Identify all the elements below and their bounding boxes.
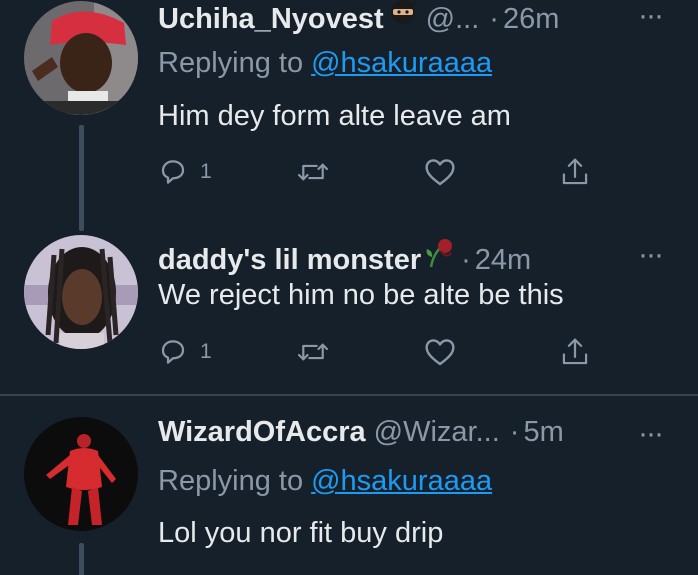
action-bar: 1 — [158, 155, 598, 189]
handle[interactable]: @Wizar... — [374, 416, 500, 449]
share-icon — [560, 336, 590, 368]
tweet[interactable]: Uchiha_Nyovest @... · 26m ··· Replying t… — [0, 0, 698, 235]
ninja-emoji — [388, 0, 418, 36]
reply-icon — [158, 337, 188, 367]
reply-count: 1 — [200, 340, 212, 363]
tweet-header: WizardOfAccra @Wizar... · 5m — [158, 416, 564, 449]
more-icon[interactable]: ··· — [638, 1, 664, 31]
retweet-icon — [296, 337, 330, 367]
wilted-rose-emoji — [423, 237, 457, 277]
display-name[interactable]: Uchiha_Nyovest — [158, 3, 384, 36]
handle[interactable]: @... — [426, 3, 480, 36]
avatar[interactable] — [24, 1, 138, 115]
replying-to: Replying to @hsakuraaaa — [158, 465, 492, 498]
heart-icon — [424, 337, 456, 367]
mention-link[interactable]: @hsakuraaaa — [311, 47, 492, 79]
separator-dot: · — [509, 416, 520, 448]
separator-dot: · — [461, 244, 471, 276]
tweet-text: Lol you nor fit buy drip — [158, 517, 444, 549]
share-button[interactable] — [560, 155, 590, 189]
timestamp[interactable]: 24m — [475, 244, 531, 277]
replying-to: Replying to @hsakuraaaa — [158, 47, 492, 80]
reply-button[interactable]: 1 — [158, 155, 212, 189]
avatar[interactable] — [24, 417, 138, 531]
retweet-button[interactable] — [296, 155, 330, 189]
thread-line — [79, 543, 84, 575]
reply-icon — [158, 157, 188, 187]
tweet-header: daddy's lil monster · 24m — [158, 237, 531, 277]
more-icon[interactable]: ··· — [638, 419, 664, 449]
like-button[interactable] — [424, 335, 456, 369]
avatar[interactable] — [24, 235, 138, 349]
tweet-feed: Uchiha_Nyovest @... · 26m ··· Replying t… — [0, 0, 698, 575]
heart-icon — [424, 157, 456, 187]
more-icon[interactable]: ··· — [638, 240, 664, 270]
reply-button[interactable]: 1 — [158, 335, 212, 369]
mention-link[interactable]: @hsakuraaaa — [311, 465, 492, 497]
tweet-text: Him dey form alte leave am — [158, 100, 511, 132]
reply-count: 1 — [200, 160, 212, 183]
action-bar: 1 — [158, 335, 598, 369]
display-name[interactable]: WizardOfAccra — [158, 416, 366, 449]
like-button[interactable] — [424, 155, 456, 189]
thread-line — [79, 125, 84, 231]
tweet[interactable]: WizardOfAccra @Wizar... · 5m ··· Replyin… — [0, 396, 698, 575]
tweet-header: Uchiha_Nyovest @... · 26m — [158, 0, 559, 36]
separator-dot: · — [489, 3, 499, 35]
share-button[interactable] — [560, 335, 590, 369]
replying-to-label: Replying to — [158, 47, 304, 79]
tweet[interactable]: daddy's lil monster · 24m ··· We reject … — [0, 235, 698, 390]
timestamp[interactable]: 26m — [503, 3, 559, 36]
retweet-button[interactable] — [296, 335, 330, 369]
retweet-icon — [296, 157, 330, 187]
replying-to-label: Replying to — [158, 465, 304, 497]
share-icon — [560, 156, 590, 188]
tweet-text: We reject him no be alte be this — [158, 279, 564, 311]
timestamp[interactable]: 5m — [523, 416, 563, 449]
display-name[interactable]: daddy's lil monster — [158, 244, 421, 277]
